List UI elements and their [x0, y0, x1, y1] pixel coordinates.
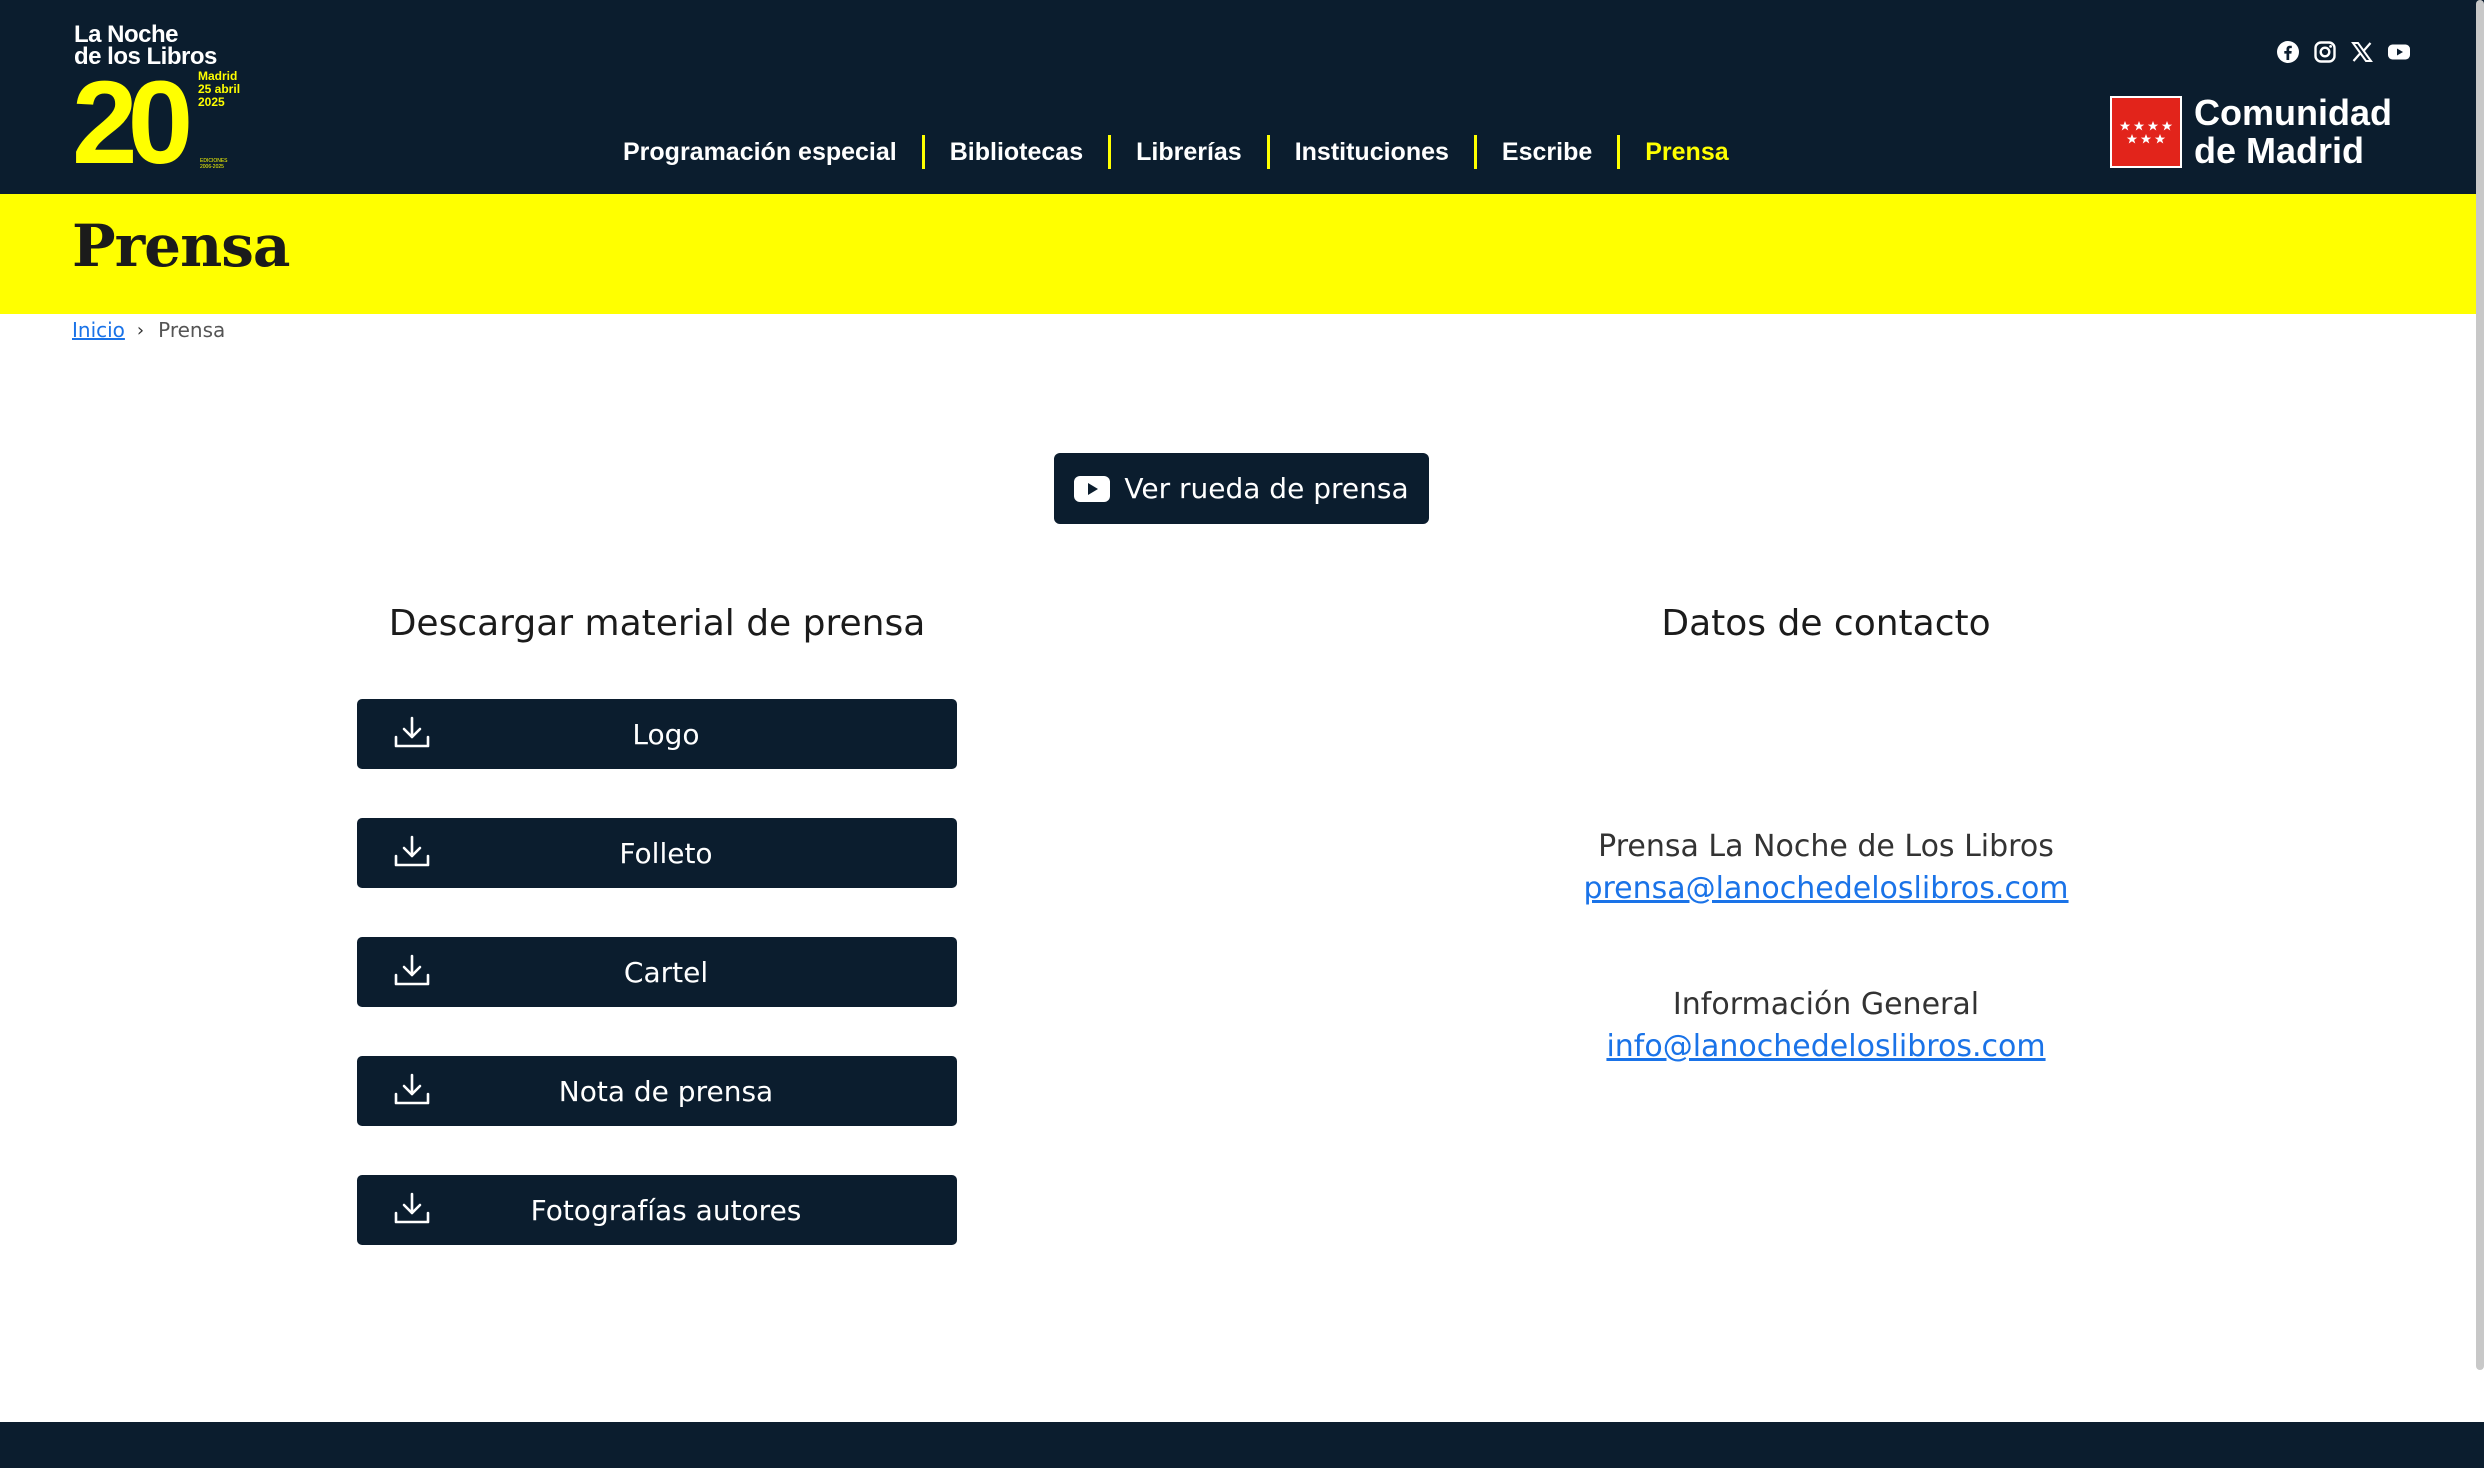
- download-icon: [394, 716, 430, 748]
- contact-name: Prensa La Noche de Los Libros: [1598, 829, 2054, 864]
- breadcrumb-current: Prensa: [158, 318, 226, 342]
- comunidad-madrid-logo[interactable]: Comunidad de Madrid: [2110, 94, 2392, 170]
- video-button-label: Ver rueda de prensa: [1124, 472, 1409, 505]
- comunidad-madrid-name: Comunidad de Madrid: [2194, 92, 2392, 171]
- contact-title: Datos de contacto: [1661, 603, 1991, 644]
- download-cartel-button[interactable]: Cartel: [357, 937, 957, 1007]
- logo-place-date: Madrid 25 abril 2025: [198, 69, 241, 109]
- logo-number: 20: [72, 57, 193, 189]
- social-links: [2276, 40, 2411, 64]
- download-label: Folleto: [619, 836, 713, 870]
- site-footer: [0, 1422, 2484, 1468]
- download-folleto-button[interactable]: Folleto: [357, 818, 957, 888]
- main-nav: Programación especial Bibliotecas Librer…: [598, 130, 1754, 174]
- madrid-flag-icon: [2110, 96, 2182, 168]
- nav-item-prensa[interactable]: Prensa: [1617, 135, 1753, 169]
- download-nota-prensa-button[interactable]: Nota de prensa: [357, 1056, 957, 1126]
- page-title: Prensa: [72, 212, 290, 280]
- nav-item-programacion[interactable]: Programación especial: [598, 135, 922, 169]
- youtube-icon: [1074, 475, 1111, 502]
- download-label: Logo: [632, 717, 700, 751]
- x-icon[interactable]: [2350, 40, 2374, 64]
- chevron-right-icon: ›: [136, 319, 145, 341]
- downloads-title: Descargar material de prensa: [388, 603, 926, 644]
- download-icon: [394, 1073, 430, 1105]
- contact-name: Información General: [1672, 987, 1980, 1022]
- nav-item-bibliotecas[interactable]: Bibliotecas: [921, 135, 1108, 169]
- site-logo[interactable]: La Noche de los Libros 20 Madrid 25 abri…: [72, 23, 262, 183]
- page-title-band: Prensa: [0, 194, 2484, 314]
- download-label: Fotografías autores: [530, 1193, 802, 1227]
- download-fotografias-button[interactable]: Fotografías autores: [357, 1175, 957, 1245]
- nav-item-instituciones[interactable]: Instituciones: [1266, 135, 1474, 169]
- instagram-icon[interactable]: [2313, 40, 2337, 64]
- nav-item-librerias[interactable]: Librerías: [1108, 135, 1267, 169]
- download-list: Logo Folleto Cartel Nota de prensa Fotog…: [357, 699, 957, 1294]
- contact-entry-general: Información General info@lanochedeloslib…: [1426, 984, 2226, 1068]
- download-icon: [394, 954, 430, 986]
- contact-email-link[interactable]: prensa@lanochedeloslibros.com: [1583, 871, 2068, 906]
- download-icon: [394, 835, 430, 867]
- logo-editions: EDICIONES 2006-2025: [200, 158, 228, 170]
- site-header: La Noche de los Libros 20 Madrid 25 abri…: [0, 0, 2484, 194]
- download-logo-button[interactable]: Logo: [357, 699, 957, 769]
- facebook-icon[interactable]: [2276, 40, 2300, 64]
- download-label: Nota de prensa: [558, 1074, 774, 1108]
- youtube-icon[interactable]: [2387, 40, 2411, 64]
- contact-email-link[interactable]: info@lanochedeloslibros.com: [1606, 1029, 2045, 1064]
- breadcrumb-home-link[interactable]: Inicio: [72, 318, 125, 342]
- download-label: Cartel: [623, 955, 709, 989]
- breadcrumb: Inicio › Prensa: [72, 318, 225, 342]
- nav-item-escribe[interactable]: Escribe: [1473, 135, 1617, 169]
- contact-entry-press: Prensa La Noche de Los Libros prensa@lan…: [1426, 826, 2226, 910]
- press-conference-video-button[interactable]: Ver rueda de prensa: [1054, 453, 1429, 524]
- page-scrollbar[interactable]: [2476, 0, 2484, 1370]
- download-icon: [394, 1192, 430, 1224]
